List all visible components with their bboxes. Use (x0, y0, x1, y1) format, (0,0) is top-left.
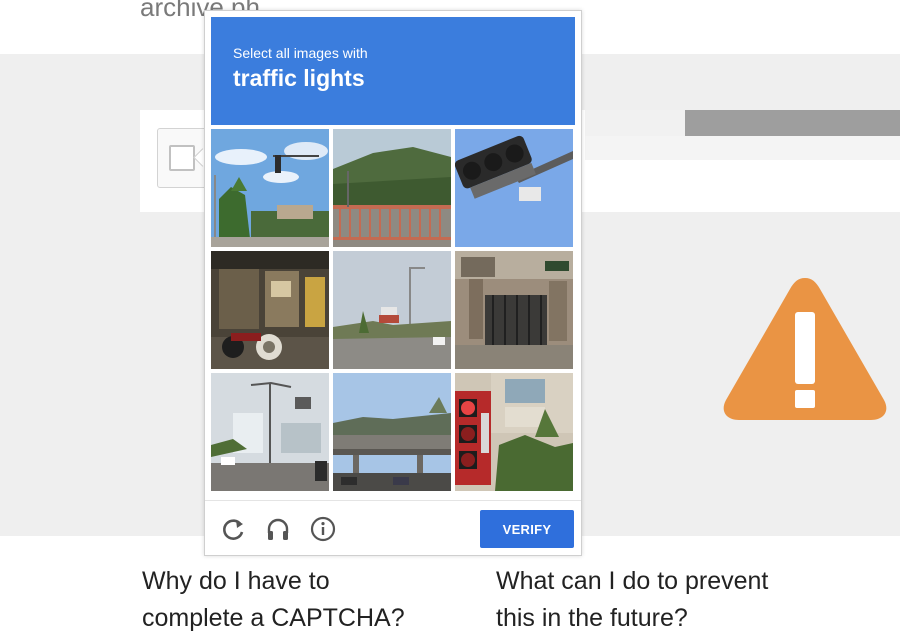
captcha-tile-2[interactable] (333, 129, 451, 247)
faq-right-line1: What can I do to prevent (496, 567, 769, 595)
captcha-footer: VERIFY (205, 500, 581, 556)
page-light-row (585, 136, 900, 160)
reload-icon[interactable] (221, 516, 247, 542)
captcha-tile-4[interactable] (211, 251, 329, 369)
captcha-tile-7[interactable] (211, 373, 329, 491)
faq-why-captcha[interactable]: Why do I have to complete a CAPTCHA? (142, 563, 472, 637)
captcha-header: Select all images with traffic lights (211, 17, 575, 125)
captcha-tile-1[interactable] (211, 129, 329, 247)
faq-right-line2: this in the future? (496, 604, 688, 632)
captcha-tile-6[interactable] (455, 251, 573, 369)
captcha-instruction: Select all images with (233, 45, 368, 61)
faq-left-line1: Why do I have to (142, 567, 330, 595)
page-bar-notch (585, 110, 685, 136)
captcha-target-label: traffic lights (233, 65, 365, 91)
captcha-tile-3[interactable] (455, 129, 573, 247)
audio-headphones-icon[interactable] (265, 516, 291, 542)
verify-button[interactable]: VERIFY (480, 510, 574, 548)
recaptcha-checkbox[interactable] (169, 145, 195, 171)
captcha-tile-9[interactable] (455, 373, 573, 491)
faq-left-line2: complete a CAPTCHA? (142, 604, 405, 632)
captcha-image-grid (211, 129, 577, 495)
faq-prevent-future[interactable]: What can I do to prevent this in the fut… (496, 563, 826, 637)
captcha-challenge-dialog: Select all images with traffic lights VE… (204, 10, 582, 556)
captcha-tile-8[interactable] (333, 373, 451, 491)
captcha-tile-5[interactable] (333, 251, 451, 369)
warning-triangle-icon (723, 278, 887, 420)
info-icon[interactable] (310, 516, 336, 542)
